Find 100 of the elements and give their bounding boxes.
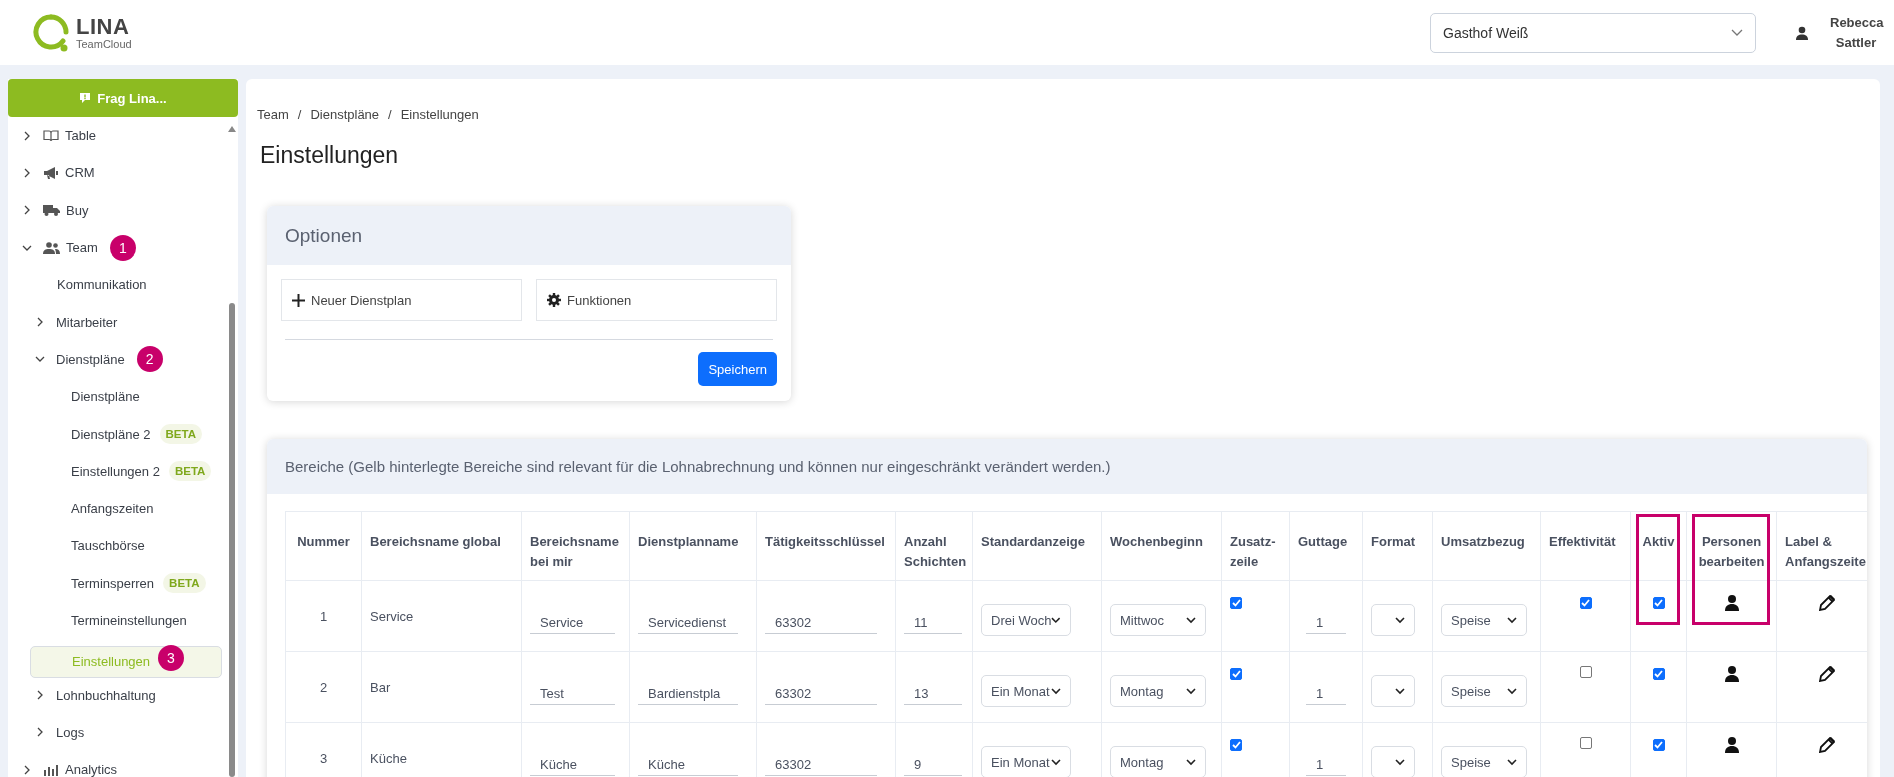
option-button[interactable]: Funktionen bbox=[536, 279, 777, 321]
column-header: Wochenbeginn bbox=[1101, 511, 1222, 581]
chevron-down-icon bbox=[1051, 616, 1061, 624]
pencil-icon[interactable] bbox=[1818, 666, 1835, 682]
column-header: Umsatzbezug bbox=[1432, 511, 1541, 581]
nav-item[interactable]: Dienstpläne 2 BETA bbox=[8, 418, 202, 450]
step-marker: 2 bbox=[136, 346, 163, 373]
scroll-up-icon[interactable] bbox=[228, 126, 236, 132]
user-name[interactable]: Rebecca Sattler bbox=[1830, 12, 1882, 53]
select-field[interactable]: Mittwoc bbox=[1110, 604, 1206, 636]
checkbox[interactable] bbox=[1652, 739, 1665, 751]
table-cell: Bar bbox=[361, 651, 522, 723]
save-button[interactable]: Speichern bbox=[698, 352, 777, 386]
table-cell: 2 bbox=[285, 651, 362, 723]
table-cell: 1 bbox=[285, 580, 362, 652]
column-header: Guttage bbox=[1289, 511, 1363, 581]
column-header: Standardanzeige bbox=[972, 511, 1102, 581]
checkbox[interactable] bbox=[1230, 668, 1242, 680]
option-button[interactable]: Neuer Dienstplan bbox=[281, 279, 522, 321]
checkbox[interactable] bbox=[1230, 739, 1242, 751]
column-header: Aktiv bbox=[1630, 511, 1687, 581]
nav-item[interactable]: Logs bbox=[8, 716, 85, 749]
chevron-down-icon bbox=[1051, 758, 1061, 766]
nav-item[interactable]: Buy bbox=[8, 194, 89, 227]
number-field[interactable]: 1 bbox=[1306, 608, 1346, 634]
truck-icon bbox=[43, 204, 60, 217]
chevron-down-icon bbox=[1186, 616, 1196, 624]
nav-item[interactable]: Dienstpläne bbox=[8, 380, 140, 413]
card-title: Bereiche (Gelb hinterlegte Bereiche sind relevant für die Lohnabrechnung und können nur eingeschränkt verändert werden.) bbox=[285, 458, 1111, 475]
scrollbar[interactable] bbox=[229, 303, 235, 777]
logo-subtitle: TeamCloud bbox=[76, 38, 132, 50]
table-cell: 3 bbox=[285, 722, 362, 777]
book-icon bbox=[43, 129, 59, 142]
beta-badge: BETA bbox=[159, 424, 202, 444]
chat-icon bbox=[79, 92, 92, 104]
table-cell: Service bbox=[361, 580, 522, 652]
beta-badge: BETA bbox=[163, 573, 206, 594]
column-header: Anzahl Schichten bbox=[895, 511, 973, 581]
nav-item[interactable]: Table bbox=[8, 119, 97, 152]
nav-item[interactable]: Lohnbuchhaltung bbox=[8, 679, 156, 712]
select-field[interactable]: Ein Monat bbox=[981, 675, 1071, 707]
select-field[interactable] bbox=[1371, 604, 1415, 636]
people-icon bbox=[43, 241, 60, 254]
card-title: Optionen bbox=[285, 224, 363, 247]
nav-item[interactable]: Kommunikation bbox=[8, 268, 147, 301]
chevron-down-icon bbox=[1507, 758, 1517, 766]
checkbox[interactable] bbox=[1579, 737, 1592, 749]
breadcrumb-item[interactable]: Team bbox=[257, 107, 289, 122]
select-field[interactable]: Montag bbox=[1110, 675, 1206, 707]
step-marker: 1 bbox=[109, 234, 136, 261]
checkbox[interactable] bbox=[1579, 666, 1592, 678]
select-field[interactable] bbox=[1371, 675, 1415, 707]
chevron-down-icon bbox=[1186, 758, 1196, 766]
breadcrumb-separator: / bbox=[388, 107, 392, 122]
beta-badge: BETA bbox=[168, 461, 212, 482]
checkbox[interactable] bbox=[1652, 597, 1665, 609]
nav-item[interactable]: Mitarbeiter bbox=[8, 306, 118, 339]
checkbox[interactable] bbox=[1652, 668, 1665, 680]
chevron-down-icon bbox=[1395, 616, 1405, 624]
nav-item[interactable]: Analytics bbox=[8, 753, 118, 777]
number-field[interactable]: 1 bbox=[1306, 679, 1346, 705]
pencil-icon[interactable] bbox=[1818, 595, 1835, 611]
select-field[interactable]: Speise bbox=[1441, 675, 1527, 707]
person-icon[interactable] bbox=[1724, 737, 1739, 753]
person-icon[interactable] bbox=[1724, 666, 1739, 682]
breadcrumb-separator: / bbox=[297, 107, 302, 122]
checkbox[interactable] bbox=[1579, 597, 1592, 609]
column-header: Personen bearbeiten bbox=[1686, 511, 1777, 581]
megaphone-icon bbox=[43, 166, 59, 179]
breadcrumb-item: Einstellungen bbox=[400, 107, 479, 122]
nav-item[interactable]: Anfangszeiten bbox=[8, 492, 154, 525]
pencil-icon[interactable] bbox=[1818, 737, 1835, 753]
nav-item[interactable]: Tauschbörse bbox=[8, 529, 145, 562]
select-field[interactable]: Speise bbox=[1441, 604, 1527, 636]
chevron-down-icon bbox=[1395, 687, 1405, 695]
chevron-down-icon bbox=[1507, 687, 1517, 695]
page-title: Einstellungen bbox=[260, 142, 400, 169]
chevron-down-icon bbox=[1507, 616, 1517, 624]
column-header: Zusatz-zeile bbox=[1221, 511, 1290, 581]
nav-item[interactable]: CRM bbox=[8, 156, 95, 189]
column-header: Effektivität bbox=[1540, 511, 1631, 581]
column-header: Format bbox=[1362, 511, 1433, 581]
location-select[interactable]: Gasthof Weiß bbox=[1430, 12, 1756, 53]
nav-item[interactable]: Termineinstellungen bbox=[8, 604, 187, 637]
column-header: Label & Anfangszeite bbox=[1776, 511, 1867, 581]
user-icon[interactable] bbox=[1796, 25, 1808, 40]
nav-item[interactable]: Terminsperren BETA bbox=[8, 567, 206, 600]
breadcrumb-item[interactable]: Dienstpläne bbox=[310, 107, 380, 122]
column-header: Bereichsname bei mir bbox=[521, 511, 630, 581]
nav-item[interactable]: Einstellungen 2 BETA bbox=[8, 455, 212, 488]
person-icon[interactable] bbox=[1724, 595, 1739, 611]
nav-item[interactable]: Team bbox=[8, 231, 98, 264]
chevron-down-icon bbox=[1395, 758, 1405, 766]
chevron-down-icon bbox=[1051, 687, 1061, 695]
nav-item[interactable]: Dienstpläne bbox=[8, 343, 125, 376]
select-field[interactable]: Drei Woch bbox=[981, 604, 1071, 636]
chevron-down-icon bbox=[1186, 687, 1196, 695]
column-header: Bereichsname global bbox=[361, 511, 522, 581]
checkbox[interactable] bbox=[1230, 597, 1242, 609]
chevron-down-icon bbox=[1731, 28, 1743, 37]
